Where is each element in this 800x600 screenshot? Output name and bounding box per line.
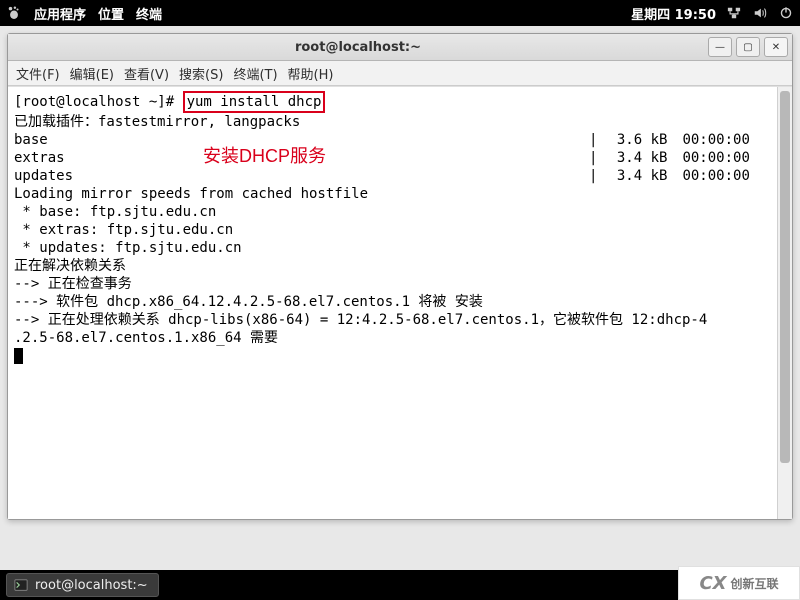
menu-file[interactable]: 文件(F) <box>16 64 60 83</box>
terminal-menubar: 文件(F) 编辑(E) 查看(V) 搜索(S) 终端(T) 帮助(H) <box>8 61 792 86</box>
shell-prompt: [root@localhost ~]# <box>14 94 183 110</box>
terminal-line: * extras: ftp.sjtu.edu.cn <box>14 222 233 238</box>
terminal-line: --> 正在处理依赖关系 dhcp-libs(x86-64) = 12:4.2.… <box>14 312 707 328</box>
terminal-output[interactable]: [root@localhost ~]# yum install dhcp 已加载… <box>8 86 792 519</box>
panel-places[interactable]: 位置 <box>98 4 124 23</box>
command-highlighted: yum install dhcp <box>183 91 326 113</box>
taskbar-item-terminal[interactable]: root@localhost:~ <box>6 573 159 597</box>
window-maximize-button[interactable]: ▢ <box>736 37 760 57</box>
terminal-line: * base: ftp.sjtu.edu.cn <box>14 204 216 220</box>
volume-icon[interactable] <box>752 5 768 21</box>
menu-edit[interactable]: 编辑(E) <box>70 64 114 83</box>
gnome-foot-icon <box>6 5 22 21</box>
gnome-top-panel: 应用程序 位置 终端 星期四 19:50 <box>0 0 800 26</box>
taskbar-item-label: root@localhost:~ <box>35 578 148 593</box>
power-icon[interactable] <box>778 5 794 21</box>
terminal-window: root@localhost:~ — ▢ ✕ 文件(F) 编辑(E) 查看(V)… <box>7 33 793 520</box>
network-icon[interactable] <box>726 5 742 21</box>
menu-search[interactable]: 搜索(S) <box>179 64 223 83</box>
scrollbar-thumb[interactable] <box>780 91 790 463</box>
menu-view[interactable]: 查看(V) <box>124 64 169 83</box>
panel-datetime[interactable]: 星期四 19:50 <box>631 4 716 23</box>
terminal-line: .2.5-68.el7.centos.1.x86_64 需要 <box>14 330 278 346</box>
terminal-line: 已加载插件：fastestmirror, langpacks <box>14 114 300 130</box>
window-titlebar[interactable]: root@localhost:~ — ▢ ✕ <box>8 34 792 61</box>
menu-terminal[interactable]: 终端(T) <box>233 64 277 83</box>
annotation-label: 安装DHCP服务 <box>203 147 326 165</box>
panel-terminal-launcher[interactable]: 终端 <box>136 4 162 23</box>
terminal-line: 正在解决依赖关系 <box>14 258 126 274</box>
terminal-line: Loading mirror speeds from cached hostfi… <box>14 186 368 202</box>
window-minimize-button[interactable]: — <box>708 37 732 57</box>
scrollbar[interactable] <box>777 87 792 519</box>
menu-help[interactable]: 帮助(H) <box>288 64 334 83</box>
watermark-logo: CX 创新互联 <box>678 566 800 600</box>
window-close-button[interactable]: ✕ <box>764 37 788 57</box>
terminal-line: ---> 软件包 dhcp.x86_64.12.4.2.5-68.el7.cen… <box>14 294 483 310</box>
repo-row: updates|3.4 kB00:00:00 <box>14 167 786 185</box>
terminal-line: * updates: ftp.sjtu.edu.cn <box>14 240 242 256</box>
repo-row: base|3.6 kB00:00:00 <box>14 131 786 149</box>
repo-row: extras|3.4 kB00:00:00 <box>14 149 786 167</box>
panel-applications[interactable]: 应用程序 <box>34 4 86 23</box>
terminal-icon <box>13 577 29 593</box>
terminal-cursor <box>14 348 23 364</box>
terminal-line: --> 正在检查事务 <box>14 276 132 292</box>
window-title: root@localhost:~ <box>12 40 704 55</box>
